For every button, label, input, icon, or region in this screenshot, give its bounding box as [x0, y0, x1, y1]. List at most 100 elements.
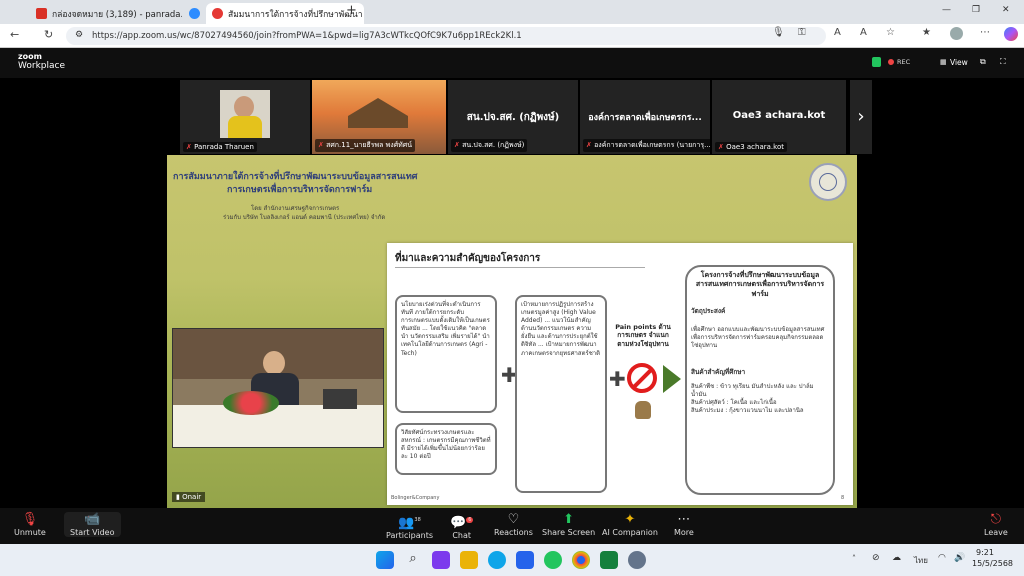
- plus-icon: ✚: [609, 367, 626, 391]
- rec-label: REC: [897, 58, 911, 66]
- laptop: [323, 389, 357, 409]
- chevron-right-icon: ›: [857, 106, 865, 127]
- reload-icon[interactable]: ↻: [44, 28, 53, 41]
- tab-gmail[interactable]: กล่องจดหมาย (3,189) - panrada.tha ✕: [30, 3, 182, 24]
- translate-icon[interactable]: A: [834, 27, 841, 38]
- muted-mic-icon: ✗: [186, 143, 195, 151]
- address-toolbar: ← ↻ ⚙ https://app.zoom.us/wc/87027494560…: [0, 24, 1024, 48]
- tab-zoom-pinned[interactable]: [186, 3, 204, 24]
- excel-icon[interactable]: [600, 551, 618, 569]
- muted-mic-icon: ✗: [318, 141, 327, 149]
- line-icon[interactable]: [544, 551, 562, 569]
- leave-button[interactable]: ⎋ Leave: [984, 512, 1008, 537]
- favorites-icon[interactable]: ★: [922, 27, 931, 38]
- participant-thumb[interactable]: ✗ Panrada Tharuen: [180, 80, 310, 154]
- chrome-icon[interactable]: [572, 551, 590, 569]
- language-indicator[interactable]: ไทย: [914, 554, 928, 567]
- view-icon[interactable]: ▦: [940, 58, 947, 66]
- arrow-right-icon: [663, 365, 681, 393]
- farmer-icon: [635, 401, 651, 419]
- view-button[interactable]: View: [950, 58, 968, 67]
- participant-name: ✗ Oae3 achara.kot: [715, 142, 787, 152]
- project-title: โครงการจ้างที่ปรึกษาพัฒนาระบบข้อมูลสารสน…: [695, 271, 825, 298]
- share-screen-icon: ⬆: [563, 512, 575, 527]
- speaker-video[interactable]: [172, 328, 384, 448]
- slide-title-1: การสัมมนาภายใต้การจ้างที่ปรึกษาพัฒนาระบบ…: [173, 172, 418, 182]
- participants-button[interactable]: 👥38 Participants: [386, 512, 433, 540]
- chat-icon: 💬 6: [450, 515, 474, 531]
- windows-taskbar: ⌕ ˄ ⊘ ☁ ไทย ◠ 🔊 9:21 15/5/2568: [0, 544, 1024, 576]
- tab-seminar[interactable]: สัมมนาการใต้การจ้างที่ปรึกษาพัฒนา ✕: [206, 3, 364, 24]
- star-icon[interactable]: ☆: [886, 27, 895, 38]
- word-icon[interactable]: [516, 551, 534, 569]
- card-heading: ที่มาและความสำคัญของโครงการ: [395, 253, 541, 264]
- chat-button[interactable]: 💬 6 Chat: [450, 512, 474, 540]
- minimize-button[interactable]: —: [942, 5, 951, 15]
- zoom-logo-sub: Workplace: [18, 61, 66, 71]
- heart-icon: ♡: [507, 512, 520, 527]
- goods-heading: สินค้าสำคัญที่ศึกษา: [691, 368, 746, 377]
- slide-with: ร่วมกับ บริษัท โบลลิงเกอร์ แอนด์ คอมพานี…: [223, 214, 386, 221]
- reactions-button[interactable]: ♡ Reactions: [494, 512, 533, 537]
- zoom-controls: 🎙 Unmute 📹 Start Video 👥38 Participants 💬 6 C…: [0, 508, 1024, 544]
- more-button[interactable]: ⋯ More: [674, 512, 694, 537]
- policy-box: นโยบายเร่งด่วนที่จะดำเนินการทันที ภายใต้…: [395, 295, 497, 413]
- shield-icon[interactable]: [872, 57, 881, 67]
- ai-companion-button[interactable]: ✦ AI Companion: [602, 512, 658, 537]
- slide-page-number: 8: [841, 495, 845, 501]
- zoom-icon: [189, 8, 200, 19]
- url-bar[interactable]: ⚙ https://app.zoom.us/wc/87027494560/joi…: [66, 27, 826, 45]
- site-info-icon[interactable]: ⚙: [75, 30, 83, 40]
- seal-logo: [809, 163, 847, 201]
- volume-icon[interactable]: 🔊: [954, 553, 965, 563]
- chevron-up-icon[interactable]: ˄: [852, 554, 856, 563]
- close-window-button[interactable]: ✕: [1002, 5, 1010, 15]
- copilot-icon[interactable]: [1004, 27, 1018, 41]
- slide-footer: Bolinger&Company: [391, 495, 440, 501]
- slide-card: ที่มาและความสำคัญของโครงการ นโยบายเร่งด่…: [387, 243, 853, 505]
- pip-icon[interactable]: ⧉: [980, 57, 986, 67]
- unmute-button[interactable]: 🎙 Unmute: [14, 512, 46, 537]
- start-icon[interactable]: [376, 551, 394, 569]
- network-icon[interactable]: ⊘: [872, 553, 880, 563]
- fullscreen-icon[interactable]: ⛶: [1000, 57, 1006, 67]
- participant-thumb[interactable]: Oae3 achara.kot ✗ Oae3 achara.kot: [712, 80, 846, 154]
- profile-avatar[interactable]: [950, 27, 963, 40]
- objective-text: เพื่อศึกษา ออกแบบและพัฒนาระบบข้อมูลสารสน…: [691, 326, 825, 350]
- mic-icon[interactable]: 🎙: [772, 27, 785, 38]
- start-video-button[interactable]: 📹 Start Video: [64, 512, 121, 537]
- key-icon[interactable]: ⚿: [798, 27, 806, 38]
- maximize-button[interactable]: ❐: [972, 5, 980, 15]
- participant-name: ✗ สศก.11_นายธีรพล พงศ์ทัศน์: [315, 139, 415, 152]
- search-icon[interactable]: ⌕: [404, 551, 422, 569]
- participant-thumb[interactable]: สน.ปจ.สศ. (กฏิพงษ์) ✗ สน.ปจ.สศ. (กฏิพงษ์…: [448, 80, 578, 154]
- targets-box: เป้าหมายการปฏิรูปการสร้างเกษตรมูลค่าสูง …: [515, 295, 607, 493]
- clock-date[interactable]: 15/5/2568: [972, 559, 1013, 568]
- video-off-icon: 📹: [84, 512, 101, 527]
- next-page-button[interactable]: ›: [850, 80, 872, 154]
- settings-icon[interactable]: [628, 551, 646, 569]
- clock-time[interactable]: 9:21: [976, 548, 994, 557]
- menu-icon[interactable]: ⋯: [980, 27, 990, 38]
- new-tab-button[interactable]: +: [346, 3, 357, 18]
- back-icon[interactable]: ←: [10, 28, 19, 41]
- edge-icon[interactable]: [488, 551, 506, 569]
- read-aloud-icon[interactable]: A: [860, 27, 867, 38]
- goods-item: สินค้าประมง : กุ้งขาวแวนนาไม และปลานิล: [691, 407, 804, 415]
- heading-divider: [395, 267, 645, 268]
- participant-thumb[interactable]: ✗ สศก.11_นายธีรพล พงศ์ทัศน์: [312, 80, 446, 154]
- leave-icon: ⎋: [990, 512, 1002, 527]
- participant-name: ✗ Panrada Tharuen: [183, 142, 257, 152]
- sparkle-icon: ✦: [624, 512, 636, 527]
- vision-box: วิสัยทัศน์กระทรวงเกษตรและสหกรณ์ : เกษตรก…: [395, 423, 497, 475]
- wifi-icon[interactable]: ◠: [938, 553, 946, 563]
- participant-thumb[interactable]: องค์การตลาดเพื่อเกษตรกร... ✗ องค์การตลาด…: [580, 80, 710, 154]
- cloud-icon[interactable]: ☁: [892, 553, 901, 563]
- file-explorer-icon[interactable]: [460, 551, 478, 569]
- no-sign-icon: [627, 363, 657, 393]
- video-frame: [220, 90, 270, 138]
- app-icon[interactable]: [432, 551, 450, 569]
- share-screen-button[interactable]: ⬆ Share Screen: [542, 512, 595, 537]
- temple-image: [348, 98, 408, 128]
- more-icon: ⋯: [677, 512, 691, 527]
